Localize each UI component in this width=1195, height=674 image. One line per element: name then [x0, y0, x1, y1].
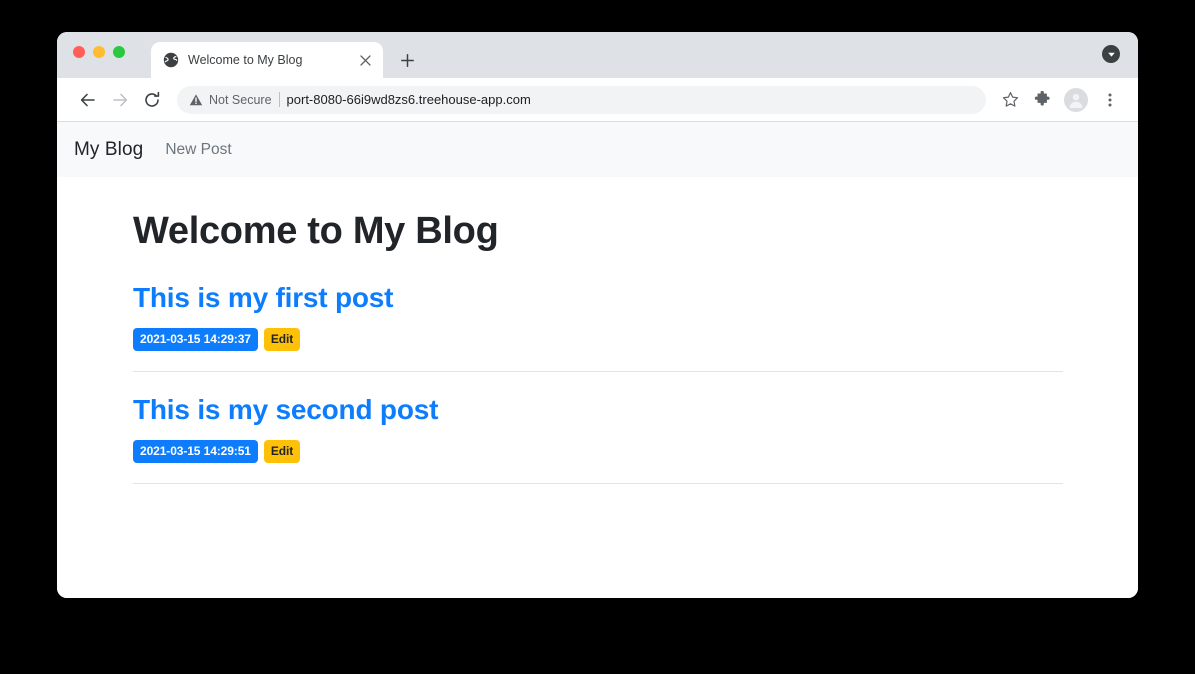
- browser-menu-button[interactable]: [1096, 86, 1124, 114]
- download-icon: [1107, 50, 1116, 59]
- close-tab-button[interactable]: [357, 52, 373, 68]
- close-icon: [360, 55, 371, 66]
- warning-triangle-icon: [189, 93, 203, 107]
- plus-icon: [401, 54, 414, 67]
- omnibox-divider: [279, 92, 280, 107]
- post-meta: 2021-03-15 14:29:37 Edit: [133, 328, 1063, 351]
- post-timestamp-badge: 2021-03-15 14:29:37: [133, 328, 258, 351]
- forward-arrow-icon: [111, 91, 129, 109]
- globe-icon: [163, 52, 179, 68]
- browser-window: Welcome to My Blog: [57, 32, 1138, 598]
- site-security-chip[interactable]: Not Secure: [189, 93, 272, 107]
- site-brand[interactable]: My Blog: [74, 139, 143, 161]
- url-text: port-8080-66i9wd8zs6.treehouse-app.com: [287, 92, 976, 107]
- new-tab-button[interactable]: [393, 46, 421, 74]
- site-navbar: My Blog New Post: [57, 122, 1138, 177]
- profile-avatar[interactable]: [1064, 88, 1088, 112]
- post-item: This is my second post 2021-03-15 14:29:…: [133, 394, 1063, 484]
- bookmark-button[interactable]: [996, 86, 1024, 114]
- post-title-link[interactable]: This is my second post: [133, 394, 438, 426]
- tab-strip: Welcome to My Blog: [57, 32, 1138, 78]
- post-title-link[interactable]: This is my first post: [133, 282, 393, 314]
- minimize-window-button[interactable]: [93, 46, 105, 58]
- back-button[interactable]: [73, 85, 103, 115]
- window-traffic-lights: [73, 46, 125, 58]
- star-icon: [1002, 91, 1019, 108]
- extensions-button[interactable]: [1028, 86, 1056, 114]
- post-edit-button[interactable]: Edit: [264, 328, 300, 351]
- browser-tab[interactable]: Welcome to My Blog: [151, 42, 383, 78]
- forward-button[interactable]: [105, 85, 135, 115]
- close-window-button[interactable]: [73, 46, 85, 58]
- page-content: Welcome to My Blog This is my first post…: [57, 177, 1138, 484]
- maximize-window-button[interactable]: [113, 46, 125, 58]
- page-viewport: My Blog New Post Welcome to My Blog This…: [57, 122, 1138, 598]
- puzzle-piece-icon: [1034, 91, 1051, 108]
- nav-link-new-post[interactable]: New Post: [165, 141, 231, 159]
- avatar-icon: [1066, 90, 1086, 110]
- three-dot-menu-icon: [1102, 92, 1118, 108]
- address-bar[interactable]: Not Secure port-8080-66i9wd8zs6.treehous…: [177, 86, 986, 114]
- post-meta: 2021-03-15 14:29:51 Edit: [133, 440, 1063, 463]
- security-label: Not Secure: [209, 93, 272, 107]
- tab-title: Welcome to My Blog: [188, 53, 348, 67]
- page-title: Welcome to My Blog: [133, 210, 1138, 253]
- reload-button[interactable]: [137, 85, 167, 115]
- back-arrow-icon: [79, 91, 97, 109]
- post-item: This is my first post 2021-03-15 14:29:3…: [133, 282, 1063, 372]
- reload-icon: [143, 91, 161, 109]
- post-edit-button[interactable]: Edit: [264, 440, 300, 463]
- browser-toolbar: Not Secure port-8080-66i9wd8zs6.treehous…: [57, 78, 1138, 122]
- post-timestamp-badge: 2021-03-15 14:29:51: [133, 440, 258, 463]
- download-indicator-button[interactable]: [1102, 45, 1120, 63]
